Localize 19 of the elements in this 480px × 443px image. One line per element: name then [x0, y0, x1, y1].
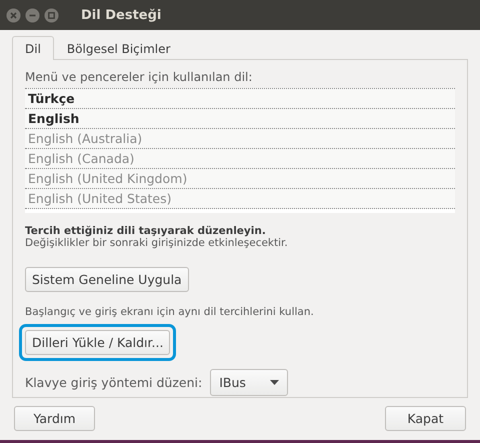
- list-label: Menü ve pencereler için kullanılan dil:: [25, 70, 254, 84]
- hint-note: Değişiklikler bir sonraki girişinizde etkinleşecektir.: [25, 237, 289, 249]
- input-method-label: Klavye giriş yöntemi düzeni:: [25, 375, 202, 390]
- dialog-button[interactable]: Kapat: [385, 406, 466, 431]
- apply-button[interactable]: Sistem Geneline Uygula: [25, 267, 189, 292]
- window-title: Dil Desteği: [81, 8, 162, 22]
- language-item[interactable]: English: [25, 109, 455, 129]
- close-icon[interactable]: [6, 8, 21, 22]
- maximize-icon[interactable]: [44, 8, 59, 22]
- caret-icon: [270, 380, 279, 385]
- language-item[interactable]: Türkçe: [25, 89, 455, 109]
- input-method-dropdown[interactable]: IBus: [210, 369, 288, 396]
- tab[interactable]: Bölgesel Biçimler: [54, 37, 184, 59]
- install-button[interactable]: Dilleri Yükle / Kaldır...: [25, 330, 170, 355]
- dialog-button[interactable]: Yardım: [14, 406, 95, 431]
- tab[interactable]: Dil: [12, 36, 54, 60]
- minimize-icon[interactable]: [25, 8, 40, 22]
- hint-title: Tercih ettiğiniz dili taşıyarak düzenleyin.: [25, 225, 267, 237]
- apply-note: Başlangıç ve giriş ekranı için aynı dil tercihlerini kullan.: [25, 306, 315, 318]
